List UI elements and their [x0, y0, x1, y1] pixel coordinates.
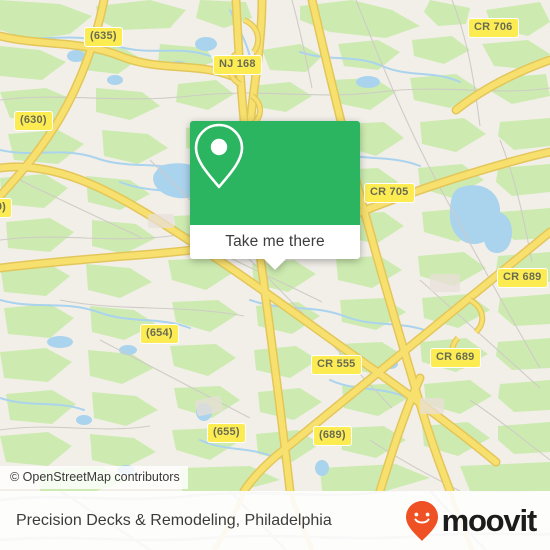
moovit-smiley-pin-icon: [405, 500, 438, 541]
road-shield-cr-689-upper: CR 689: [497, 268, 548, 288]
take-me-there-label: Take me there: [225, 233, 325, 250]
moovit-brand[interactable]: moovit: [404, 499, 538, 543]
moovit-wordmark: moovit: [441, 503, 538, 538]
road-shield-edge-clipped: (0): [0, 198, 13, 218]
take-me-there-button[interactable]: Take me there: [190, 225, 360, 270]
road-shield-655: (655): [207, 423, 246, 443]
map-attribution[interactable]: © OpenStreetMap contributors: [0, 466, 188, 489]
road-shield-630: (630): [14, 111, 53, 131]
road-shield-cr-706: CR 706: [468, 18, 519, 38]
road-shield-689: (689): [313, 426, 352, 446]
road-shield-635: (635): [84, 27, 123, 47]
road-shield-cr-705: CR 705: [364, 183, 415, 203]
road-shield-nj-168: NJ 168: [213, 55, 262, 75]
place-title: Precision Decks & Remodeling, Philadelph…: [16, 511, 332, 529]
road-shield-cr-555: CR 555: [311, 355, 362, 375]
footer-bar: Precision Decks & Remodeling, Philadelph…: [0, 491, 550, 550]
map-canvas[interactable]: (635) NJ 168 CR 706 (630) (0) CR 705 CR 689 (65…: [0, 0, 550, 491]
popup-tail: [264, 259, 286, 270]
location-pin-icon: [194, 123, 244, 189]
footer-content: Precision Decks & Remodeling, Philadelph…: [0, 491, 550, 550]
map-screenshot: (635) NJ 168 CR 706 (630) (0) CR 705 CR 689 (65…: [0, 0, 550, 550]
location-popup-card[interactable]: Take me there: [190, 121, 360, 270]
road-shield-cr-689-lower: CR 689: [430, 348, 481, 368]
popup-pin-area: [190, 121, 360, 225]
road-shield-654: (654): [140, 324, 179, 344]
